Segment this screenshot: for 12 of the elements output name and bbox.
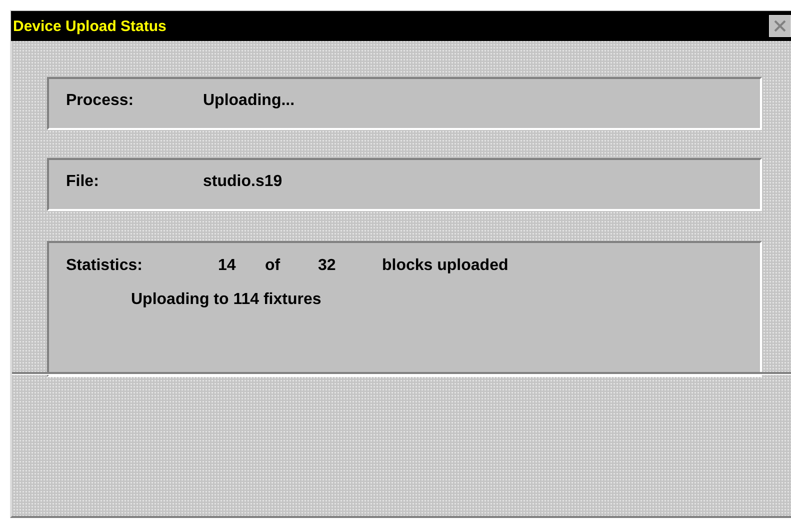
- block-total: 32: [318, 257, 337, 275]
- close-icon[interactable]: [769, 15, 791, 37]
- window-title: Device Upload Status: [12, 18, 166, 34]
- field-label: blocks uploaded: [382, 257, 508, 275]
- status-message: Uploading to 114 fixtures: [131, 291, 322, 309]
- field-label: File:: [66, 173, 100, 191]
- field-value: studio.s19: [203, 173, 282, 191]
- field-label: Statistics:: [66, 257, 144, 275]
- field-value: Uploading...: [203, 92, 295, 110]
- block-count: 14: [218, 257, 237, 275]
- field-label: Process:: [66, 92, 135, 110]
- field-label: of: [265, 257, 282, 275]
